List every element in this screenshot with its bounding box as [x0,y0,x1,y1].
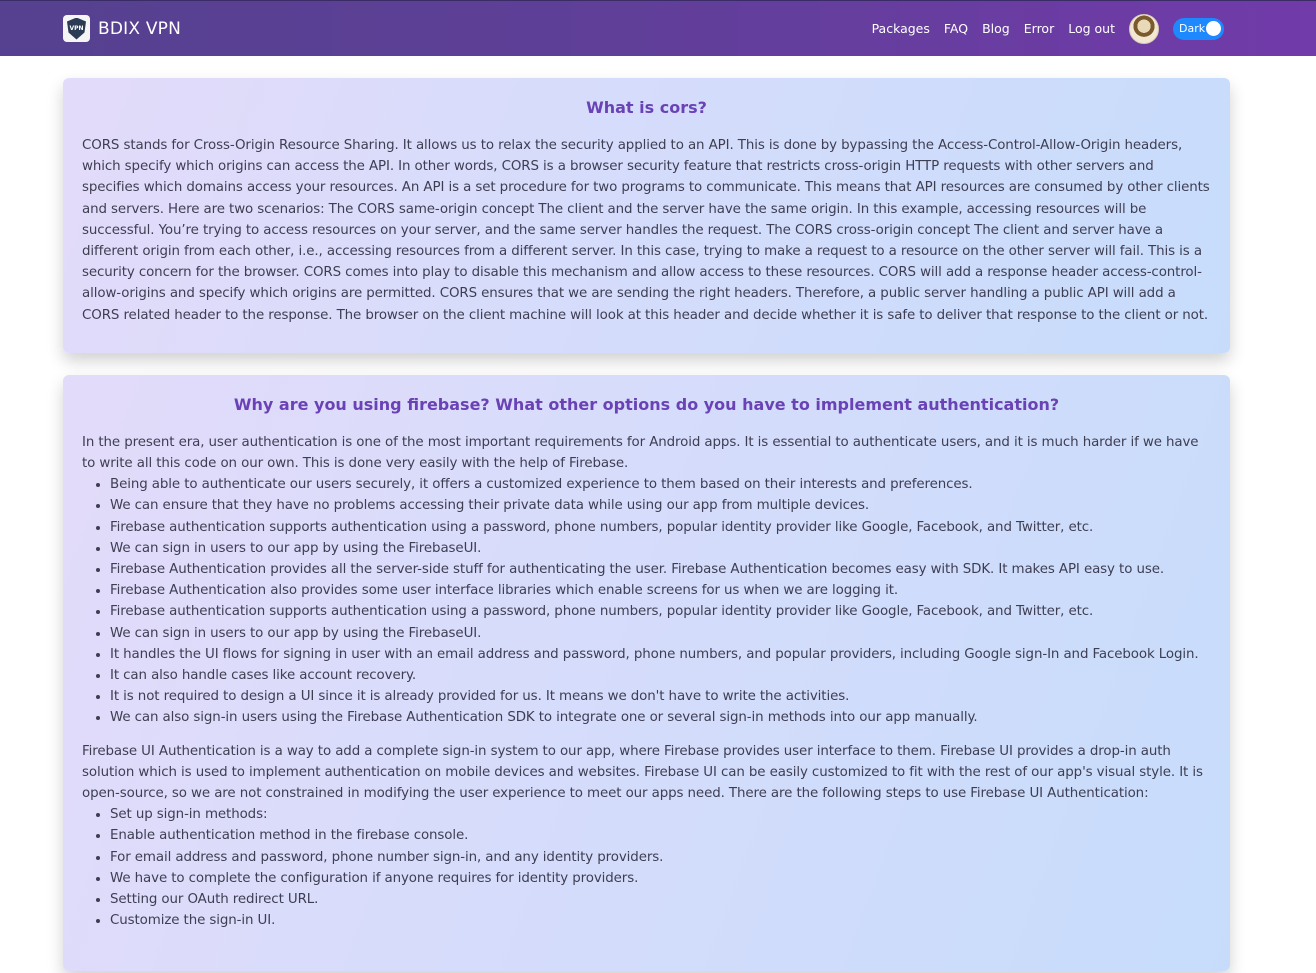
card-paragraph: Firebase UI Authentication is a way to a… [82,743,1203,802]
qa-card-firebase: Why are you using firebase? What other o… [63,374,1230,971]
list-item: Firebase Authentication provides all the… [110,559,1211,580]
top-navbar: VPN BDIX VPN Packages FAQ Blog Error Log… [0,0,1316,56]
logo-text: VPN [67,17,86,40]
toggle-label: Dark [1179,22,1206,35]
card-intro: In the present era, user authentication … [82,434,1199,472]
brand-name[interactable]: BDIX VPN [98,19,181,39]
list-item: It is not required to design a UI since … [110,686,1211,707]
list-item: It can also handle cases like account re… [110,665,1211,686]
main-content: What is cors? CORS stands for Cross-Orig… [0,56,1316,971]
nav-menu: Packages FAQ Blog Error Log out Dark [872,13,1224,44]
brand[interactable]: VPN BDIX VPN [63,15,181,42]
nav-link-blog[interactable]: Blog [982,21,1010,36]
list-item: Being able to authenticate our users sec… [110,474,1211,495]
user-avatar[interactable] [1129,13,1159,44]
list-item: It handles the UI flows for signing in u… [110,644,1211,665]
nav-link-faq[interactable]: FAQ [944,21,968,36]
steps-list: Set up sign-in methods: Enable authentic… [82,804,1211,931]
card-title: What is cors? [586,98,707,117]
benefits-list: Being able to authenticate our users sec… [82,474,1211,728]
list-item: We can ensure that they have no problems… [110,495,1211,516]
card-paragraph: CORS stands for Cross-Origin Resource Sh… [82,138,1210,323]
list-item: We can also sign-in users using the Fire… [110,707,1211,728]
nav-link-error[interactable]: Error [1024,21,1054,36]
list-item: Firebase authentication supports authent… [110,517,1211,538]
list-item: Customize the sign-in UI. [110,910,1211,931]
list-item: We have to complete the configuration if… [110,868,1211,889]
dark-mode-toggle[interactable]: Dark [1173,17,1224,40]
card-title: Why are you using firebase? What other o… [233,394,1060,414]
toggle-knob [1206,21,1221,36]
list-item: Setting our OAuth redirect URL. [110,889,1211,910]
list-item: We can sign in users to our app by using… [110,623,1211,644]
list-item: For email address and password, phone nu… [110,847,1211,868]
list-item: Set up sign-in methods: [110,804,1211,825]
list-item: Firebase Authentication also provides so… [110,580,1211,601]
list-item: Firebase authentication supports authent… [110,601,1211,622]
vpn-shield-logo-icon: VPN [63,15,90,42]
list-item: Enable authentication method in the fire… [110,825,1211,846]
logout-link[interactable]: Log out [1068,21,1115,36]
qa-card-cors: What is cors? CORS stands for Cross-Orig… [63,78,1230,353]
nav-link-packages[interactable]: Packages [872,21,930,36]
list-item: We can sign in users to our app by using… [110,538,1211,559]
